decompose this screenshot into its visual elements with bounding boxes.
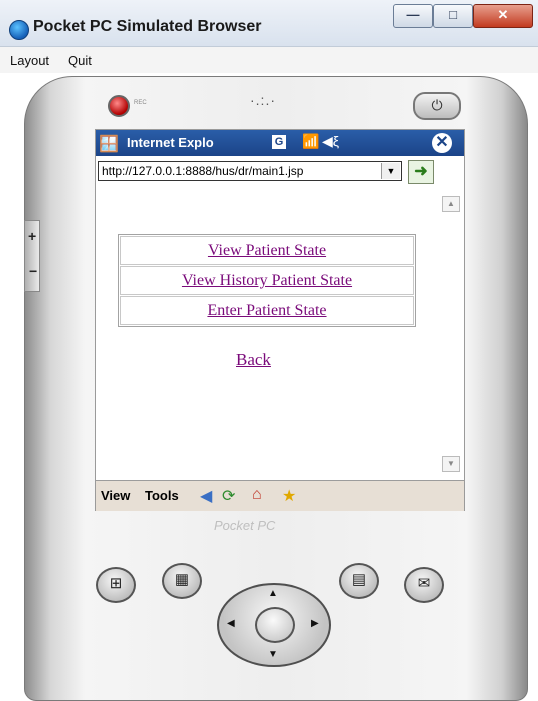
directional-pad[interactable]: ▲ ▼ ◀ ▶ (217, 583, 331, 667)
power-button[interactable]: ⏻ (413, 92, 461, 120)
go-icon[interactable]: ➜ (408, 160, 434, 184)
back-link[interactable]: Back (236, 350, 271, 370)
contacts-hardware-button[interactable]: ▤ (339, 563, 379, 599)
favorites-icon[interactable]: ★ (282, 486, 296, 506)
scroll-down-button[interactable]: ▼ (442, 456, 460, 472)
address-dropdown-icon[interactable]: ▼ (381, 163, 400, 179)
menu-bar: Layout Quit (0, 47, 538, 73)
speaker-grille-icon: ·.:.· (250, 92, 276, 108)
link-enter-patient-state[interactable]: Enter Patient State (120, 296, 414, 325)
window-titlebar: Pocket PC Simulated Browser — □ ✕ (0, 0, 538, 47)
menu-layout[interactable]: Layout (10, 53, 49, 68)
calendar-hardware-button[interactable]: ▦ (162, 563, 202, 599)
signal-icon[interactable]: 📶 (302, 133, 319, 150)
window-title: Pocket PC Simulated Browser (33, 18, 262, 35)
record-button[interactable] (108, 95, 130, 117)
window-close-button[interactable]: ✕ (473, 4, 533, 28)
record-label: REC (134, 100, 147, 106)
globe-icon (9, 20, 29, 40)
dpad-left-icon[interactable]: ◀ (227, 618, 235, 629)
link-view-patient-state[interactable]: View Patient State (120, 236, 414, 265)
back-arrow-icon[interactable]: ◀ (200, 486, 212, 506)
close-icon[interactable]: ✕ (432, 133, 452, 153)
volume-down-button[interactable]: − (29, 263, 37, 279)
tools-menu[interactable]: Tools (145, 488, 179, 503)
dpad-right-icon[interactable]: ▶ (311, 618, 319, 629)
view-menu[interactable]: View (101, 488, 130, 503)
minimize-button[interactable]: — (393, 4, 433, 28)
dpad-center-button[interactable] (255, 607, 295, 643)
volume-icon[interactable]: ◀︎ξ (322, 133, 339, 150)
refresh-icon[interactable]: ⟳ (222, 486, 235, 506)
mail-hardware-button[interactable]: ✉ (404, 567, 444, 603)
windows-flag-icon[interactable]: 🪟 (99, 134, 119, 154)
link-view-history-patient-state[interactable]: View History Patient State (120, 266, 414, 295)
address-input[interactable] (102, 163, 372, 179)
ie-title: Internet Explo (127, 135, 214, 150)
link-table: View Patient State View History Patient … (118, 234, 416, 327)
start-hardware-button[interactable]: ⊞ (96, 567, 136, 603)
ie-titlebar: 🪟 Internet Explo G 📶 ◀︎ξ ✕ (96, 130, 464, 156)
menu-quit[interactable]: Quit (68, 53, 92, 68)
home-icon[interactable]: ⌂ (252, 486, 262, 504)
device-screen: 🪟 Internet Explo G 📶 ◀︎ξ ✕ ▼ ➜ ▲ ▼ View … (95, 129, 465, 511)
address-box: ▼ (98, 161, 402, 181)
pocketpc-logo: Pocket PC (214, 518, 276, 533)
dpad-down-icon[interactable]: ▼ (268, 649, 278, 660)
browser-toolbar: View Tools ◀ ⟳ ⌂ ★ (96, 480, 464, 511)
maximize-button[interactable]: □ (433, 4, 473, 28)
scroll-up-button[interactable]: ▲ (442, 196, 460, 212)
g-indicator-icon: G (272, 135, 286, 149)
address-bar: ▼ ➜ (96, 158, 464, 184)
volume-up-button[interactable]: + (28, 228, 36, 244)
dpad-up-icon[interactable]: ▲ (268, 588, 278, 599)
